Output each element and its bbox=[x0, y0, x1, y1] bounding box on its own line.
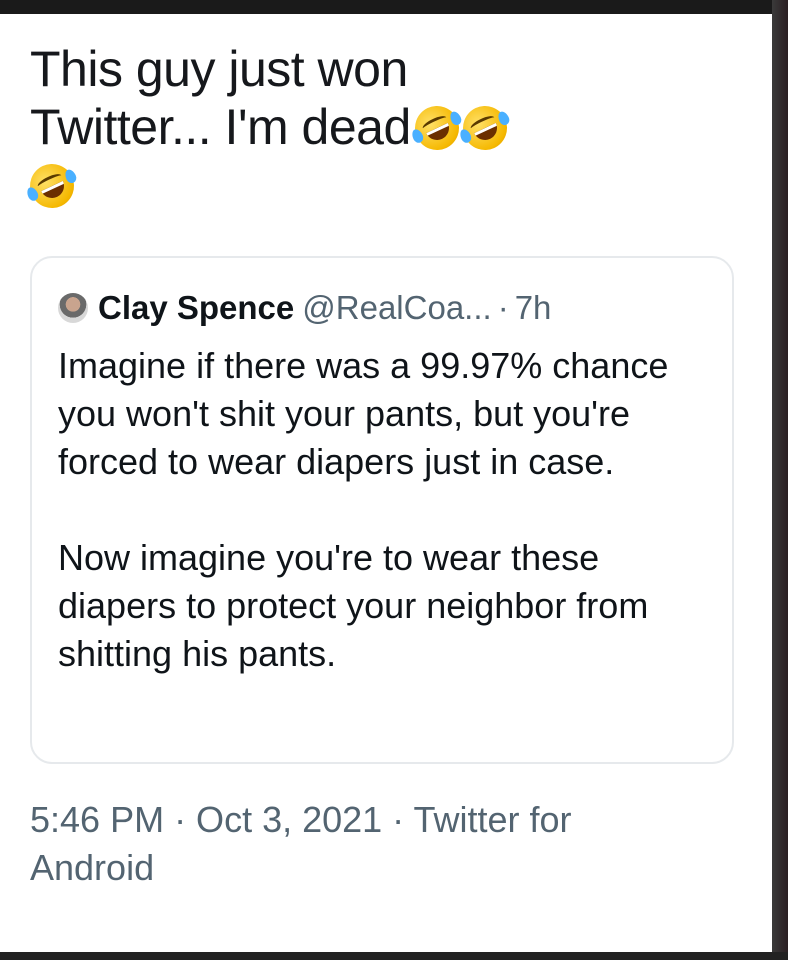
tweet-timestamp[interactable]: 5:46 PM · Oct 3, 2021 · Twitter for Andr… bbox=[30, 796, 690, 892]
separator-dot: · bbox=[497, 289, 509, 326]
author-handle[interactable]: @RealCoa... bbox=[302, 289, 491, 327]
tweet-card: This guy just won Twitter... I'm dead Cl… bbox=[0, 14, 772, 952]
quoted-tweet[interactable]: Clay Spence @RealCoa... · 7h Imagine if … bbox=[30, 256, 734, 764]
tweet-text-line1: This guy just won bbox=[30, 41, 408, 97]
tweet-text: This guy just won Twitter... I'm dead bbox=[22, 40, 730, 216]
quoted-tweet-paragraph-1: Imagine if there was a 99.97% chance you… bbox=[58, 345, 669, 482]
rolling-laughing-emoji-icon bbox=[407, 98, 467, 158]
tweet-age[interactable]: 7h bbox=[515, 289, 552, 327]
rolling-laughing-emoji-icon bbox=[22, 156, 82, 216]
screenshot-right-border bbox=[772, 0, 788, 960]
screenshot-bottom-border bbox=[0, 952, 788, 960]
avatar[interactable] bbox=[58, 293, 88, 323]
author-name[interactable]: Clay Spence bbox=[98, 289, 294, 327]
screenshot-top-border bbox=[0, 0, 788, 14]
rolling-laughing-emoji-icon bbox=[455, 98, 515, 158]
tweet-text-line2: Twitter... I'm dead bbox=[30, 99, 411, 155]
quoted-tweet-header: Clay Spence @RealCoa... · 7h bbox=[58, 288, 551, 328]
quoted-tweet-paragraph-2: Now imagine you're to wear these diapers… bbox=[58, 537, 649, 674]
quoted-tweet-body: Imagine if there was a 99.97% chance you… bbox=[58, 342, 718, 678]
